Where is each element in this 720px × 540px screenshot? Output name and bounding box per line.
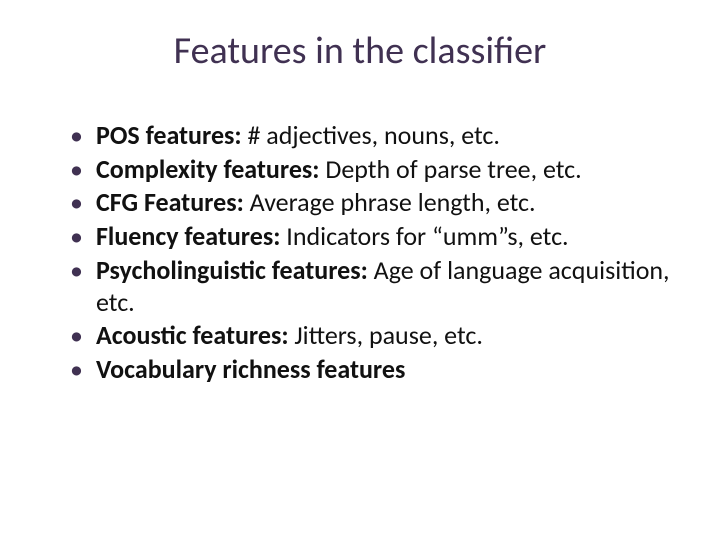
- list-item: Psycholinguistic features: Age of langua…: [76, 255, 672, 318]
- item-label: Acoustic features:: [96, 319, 289, 351]
- list-item: CFG Features: Average phrase length, etc…: [76, 187, 672, 219]
- item-label: Fluency features:: [96, 220, 280, 252]
- item-desc: Depth of parse tree, etc.: [319, 153, 581, 185]
- list-item: Acoustic features: Jitters, pause, etc.: [76, 320, 672, 352]
- item-desc: Jitters, pause, etc.: [289, 319, 483, 351]
- item-desc: # adjectives, nouns, etc.: [242, 119, 500, 151]
- item-label: Vocabulary richness features: [96, 353, 405, 385]
- slide-title: Features in the classifier: [48, 28, 672, 74]
- item-label: POS features:: [96, 119, 242, 151]
- item-label: Psycholinguistic features:: [96, 254, 368, 286]
- list-item: Fluency features: Indicators for “umm”s,…: [76, 221, 672, 253]
- bullet-list: POS features: # adjectives, nouns, etc. …: [48, 120, 672, 386]
- item-label: CFG Features:: [96, 186, 244, 218]
- item-desc: Indicators for “umm”s, etc.: [280, 220, 568, 252]
- list-item: Complexity features: Depth of parse tree…: [76, 154, 672, 186]
- item-desc: Average phrase length, etc.: [244, 186, 536, 218]
- list-item: Vocabulary richness features: [76, 354, 672, 386]
- item-label: Complexity features:: [96, 153, 319, 185]
- list-item: POS features: # adjectives, nouns, etc.: [76, 120, 672, 152]
